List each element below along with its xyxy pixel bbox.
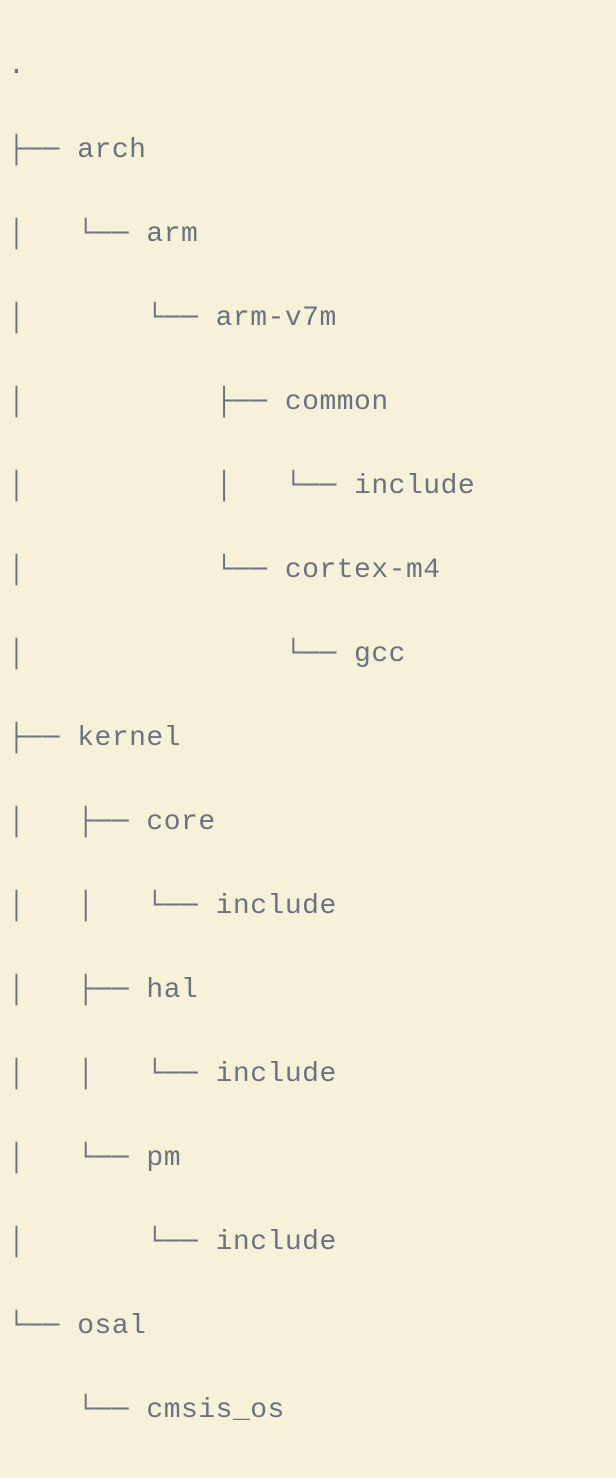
tree-node-arm: │ └── arm (8, 214, 608, 256)
tree-node-arm-v7m: │ └── arm-v7m (8, 298, 608, 340)
tree-node-arch: ├── arch (8, 130, 608, 172)
tree-node-core: │ ├── core (8, 802, 608, 844)
tree-node-gcc: │ └── gcc (8, 634, 608, 676)
tree-node-cmsis-os: └── cmsis_os (8, 1390, 608, 1432)
tree-node-common-include: │ │ └── include (8, 466, 608, 508)
tree-node-pm-include: │ └── include (8, 1222, 608, 1264)
tree-node-pm: │ └── pm (8, 1138, 608, 1180)
tree-node-common: │ ├── common (8, 382, 608, 424)
directory-tree: . ├── arch │ └── arm │ └── arm-v7m │ ├──… (0, 0, 616, 1478)
tree-node-cortex-m4: │ └── cortex-m4 (8, 550, 608, 592)
tree-root: . (8, 46, 608, 88)
tree-node-kernel: ├── kernel (8, 718, 608, 760)
tree-node-core-include: │ │ └── include (8, 886, 608, 928)
tree-node-hal: │ ├── hal (8, 970, 608, 1012)
tree-node-osal: └── osal (8, 1306, 608, 1348)
tree-node-hal-include: │ │ └── include (8, 1054, 608, 1096)
